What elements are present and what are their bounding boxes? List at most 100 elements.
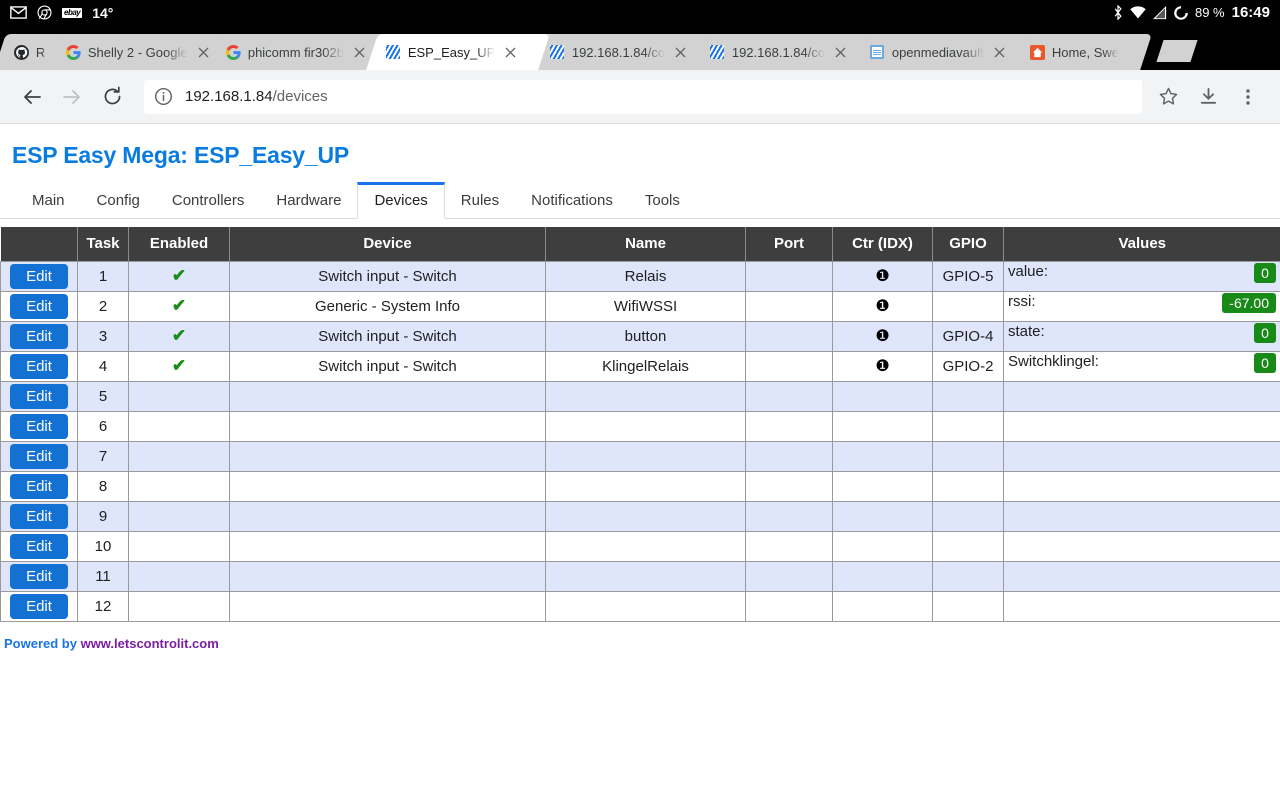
controller-index-icon[interactable]: ❶ [875,358,889,375]
name-cell [545,530,746,562]
edit-button[interactable]: Edit [10,353,68,379]
name-cell [545,560,746,592]
browser-tab-esp-easy-up[interactable]: ESP_Easy_UP [366,34,550,70]
browser-tab-shelly[interactable]: Shelly 2 - Google [46,34,226,70]
port-cell [745,590,833,622]
port-cell [745,560,833,592]
nav-tab-hardware[interactable]: Hardware [260,184,357,218]
download-icon[interactable] [1188,77,1228,117]
main-navigation: Main Config Controllers Hardware Devices… [0,182,1280,219]
nav-tab-notifications[interactable]: Notifications [515,184,629,218]
ctr-idx-cell [832,530,933,562]
footer-prefix: Powered by [4,635,81,651]
address-bar[interactable]: 192.168.1.84/devices [144,79,1142,114]
edit-button[interactable]: Edit [10,323,68,349]
status-bar-left-icons: ebay 14° [0,5,113,21]
values-cell: rssi: -67.00 [1003,290,1280,322]
close-icon[interactable] [501,43,519,61]
edit-button[interactable]: Edit [10,263,68,289]
new-tab-button[interactable] [1156,40,1198,62]
close-icon[interactable] [990,43,1008,61]
forward-arrow-icon[interactable] [52,77,92,117]
devices-table: Task Enabled Device Name Port Ctr (IDX) … [0,227,1280,622]
column-header-edit [0,227,78,261]
browser-tab-openmediavault[interactable]: openmediavault [850,34,1030,70]
address-bar-path: /devices [272,88,328,105]
browser-tab-title: R [36,44,46,60]
gpio-cell [932,410,1004,442]
values-cell [1003,470,1280,502]
edit-button[interactable]: Edit [10,443,68,469]
controller-index-icon[interactable]: ❶ [875,328,889,345]
edit-button[interactable]: Edit [10,413,68,439]
nav-tab-tools[interactable]: Tools [629,184,696,218]
esp-easy-icon [709,44,725,60]
browser-tab-strip: R Shelly 2 - Google phicomm fir302b ESP_… [0,25,1280,70]
ctr-idx-cell [832,560,933,592]
port-cell [745,470,833,502]
close-icon[interactable] [831,43,849,61]
nav-tab-rules[interactable]: Rules [445,184,515,218]
edit-button[interactable]: Edit [10,593,68,619]
controller-index-icon[interactable]: ❶ [875,298,889,315]
browser-tab-esp-controllers-2[interactable]: 192.168.1.84/co [690,34,870,70]
edit-button-cell: Edit [0,590,78,622]
column-header-port: Port [745,227,833,261]
device-cell [229,440,546,472]
edit-button[interactable]: Edit [10,563,68,589]
port-cell [745,440,833,472]
devices-table-head: Task Enabled Device Name Port Ctr (IDX) … [0,227,1280,261]
close-icon[interactable] [350,43,368,61]
toolbar-actions [1148,77,1268,117]
star-icon[interactable] [1148,77,1188,117]
close-icon[interactable] [671,43,689,61]
edit-button[interactable]: Edit [10,293,68,319]
name-cell: WifiWSSI [545,290,746,322]
reload-icon[interactable] [92,77,132,117]
gpio-cell [932,530,1004,562]
edit-button-cell: Edit [0,560,78,592]
back-arrow-icon[interactable] [12,77,52,117]
enabled-cell: ✔ [128,290,230,322]
check-icon: ✔ [171,326,187,345]
enabled-cell: ✔ [128,260,230,292]
nav-tab-devices[interactable]: Devices [357,182,445,219]
edit-button-cell: Edit [0,320,78,352]
nav-tab-main[interactable]: Main [16,184,81,218]
edit-button[interactable]: Edit [10,383,68,409]
controller-index-icon[interactable]: ❶ [875,268,889,285]
device-cell [229,470,546,502]
device-cell [229,380,546,412]
device-cell [229,500,546,532]
browser-tab-phicomm[interactable]: phicomm fir302b [206,34,386,70]
browser-tab-esp-controllers-1[interactable]: 192.168.1.84/co [530,34,710,70]
openmediavault-icon [869,44,885,60]
values-cell [1003,380,1280,412]
edit-button-cell: Edit [0,350,78,382]
gpio-cell [932,500,1004,532]
browser-tab-home-assistant[interactable]: Home, Swe [1010,34,1152,70]
edit-button[interactable]: Edit [10,533,68,559]
task-cell: 1 [77,260,129,292]
nav-tab-config[interactable]: Config [81,184,156,218]
info-circle-icon[interactable] [154,87,173,106]
three-dot-menu-icon[interactable] [1228,77,1268,117]
ctr-idx-cell: ❶ [832,320,933,352]
device-cell: Generic - System Info [229,290,546,322]
check-icon: ✔ [171,356,187,375]
edit-button[interactable]: Edit [10,503,68,529]
value-label: rssi: [1008,292,1036,310]
values-cell: state: 0 [1003,320,1280,352]
clock-label: 16:49 [1231,4,1270,21]
value-label: Switchklingel: [1008,352,1099,370]
device-cell [229,590,546,622]
edit-button[interactable]: Edit [10,473,68,499]
footer-link[interactable]: www.letscontrolit.com [81,636,219,651]
values-cell [1003,530,1280,562]
column-header-device: Device [229,227,546,261]
footer: Powered by www.letscontrolit.com [0,622,1280,651]
port-cell [745,380,833,412]
table-row: Edit 11 [0,560,1280,592]
nav-tab-controllers[interactable]: Controllers [156,184,261,218]
port-cell [745,260,833,292]
